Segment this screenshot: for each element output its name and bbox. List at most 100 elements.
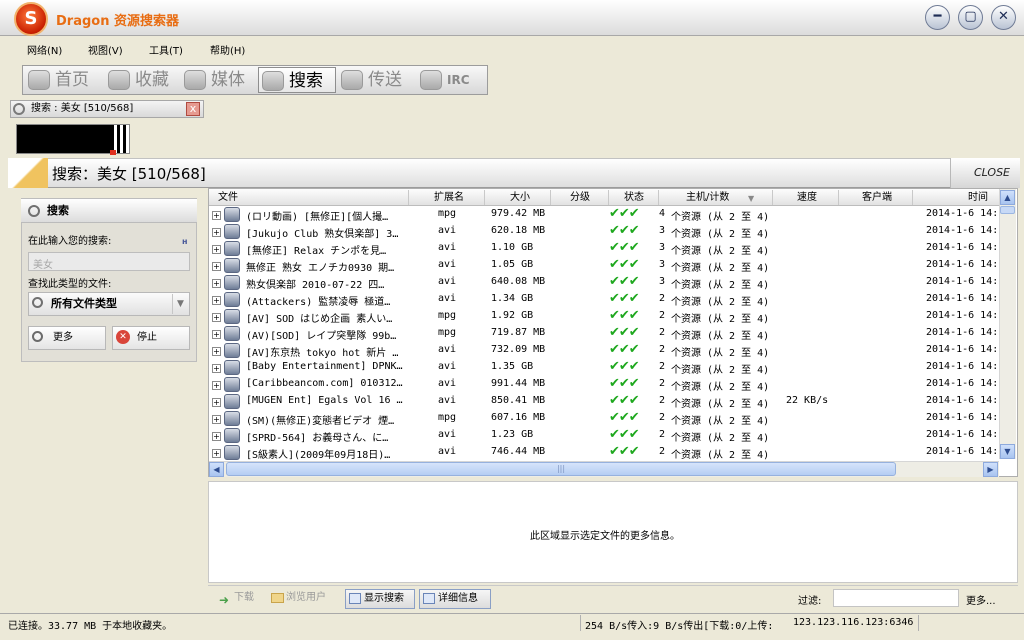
horizontal-scroll-thumb[interactable]: ||| [226,462,896,476]
expand-toggle-icon[interactable]: + [212,296,221,305]
column-separator[interactable] [912,190,913,205]
cell-host: 个资源 (从 2 至 4) [671,314,770,325]
table-row[interactable]: + (SM)(無修正)変態者ビデオ 煙… mpg 607.16 MB ✔✔✔ 2 个资源 (… [209,410,999,428]
graph-marker-icon [110,150,116,155]
column-speed[interactable]: 速度 [797,191,817,205]
file-type-select[interactable]: 所有文件类型 [28,292,190,316]
minimize-button[interactable]: ━ [925,5,950,30]
close-search-button[interactable]: CLOSE [950,158,1020,188]
details-button[interactable]: 详细信息 [419,589,491,609]
cell-file: (AV)[SOD] レイプ突撃隊 99b… [246,331,397,342]
scroll-up-button[interactable]: ▲ [1000,190,1015,205]
column-separator[interactable] [608,190,609,205]
scroll-left-button[interactable]: ◀ [209,462,224,477]
expand-toggle-icon[interactable]: + [212,432,221,441]
search-keyword-input[interactable]: 美女 [28,252,190,271]
cell-ext: avi [438,293,457,304]
expand-toggle-icon[interactable]: + [212,330,221,339]
toolbar-media-button[interactable]: 媒体 [181,67,257,93]
table-row[interactable]: + [Jukujo Club 熟女倶楽部] 3… avi 620.18 MB ✔✔✔ 3 个… [209,223,999,241]
cell-time: 2014-1-6 14: [926,412,999,423]
cell-file: (ロリ動画) [無修正][個人撮… [246,212,389,223]
menu-tools[interactable]: 工具(T) [149,42,183,57]
close-window-button[interactable]: ✕ [991,5,1016,30]
toolbar-search-label: 搜索 [289,71,323,91]
column-host-count[interactable]: 主机/计数 [686,191,729,205]
column-ext[interactable]: 扩展名 [434,191,464,205]
cell-size: 979.42 MB [491,208,546,219]
table-row[interactable]: + [AV] SOD はじめ企画 素人い… mpg 1.92 GB ✔✔✔ 2 个资源 (从… [209,308,999,326]
column-size[interactable]: 大小 [510,191,530,205]
table-row[interactable]: + [AV]东京热 tokyo hot 新片 … avi 732.09 MB ✔✔✔ 2 个… [209,342,999,360]
table-row[interactable]: + [Baby Entertainment] DPNK… avi 1.35 GB ✔✔✔… [209,359,999,377]
cell-size: 1.10 GB [491,242,534,253]
toolbar-search-button[interactable]: 搜索 [258,67,336,93]
column-separator[interactable] [772,190,773,205]
file-info-text: 此区域显示选定文件的更多信息。 [530,531,680,542]
toolbar-transfer-button[interactable]: 传送 [338,67,416,93]
download-button[interactable]: ➜ 下载 [216,589,264,609]
table-row[interactable]: + [無修正] Relax チンポを見… avi 1.10 GB ✔✔✔ 3 个资源 (从 … [209,240,999,258]
maximize-button[interactable]: ▢ [958,5,983,30]
column-separator[interactable] [658,190,659,205]
expand-toggle-icon[interactable]: + [212,381,221,390]
chat-people-icon [420,70,442,90]
table-row[interactable]: + [SPRD-564] お義母さん、に… avi 1.23 GB ✔✔✔ 2 个资源 (从… [209,427,999,445]
column-separator[interactable] [484,190,485,205]
filter-input[interactable] [833,589,959,607]
show-search-button[interactable]: 显示搜索 [345,589,415,609]
menu-network[interactable]: 网络(N) [27,42,62,57]
table-row[interactable]: + 無修正 熟女 エノチカ0930 期… avi 1.05 GB ✔✔✔ 3 个资源 (从 … [209,257,999,275]
chevron-down-icon[interactable]: ▼ [172,294,188,314]
expand-toggle-icon[interactable]: + [212,415,221,424]
expand-toggle-icon[interactable]: + [212,262,221,271]
cell-time: 2014-1-6 14: [926,429,999,440]
toolbar-media-label: 媒体 [211,70,245,90]
table-row[interactable]: + (Attackers) 監禁凌辱 極道… avi 1.34 GB ✔✔✔ 2 个资源 (… [209,291,999,309]
table-row[interactable]: + 熟女倶楽部 2010-07-22 四… avi 640.08 MB ✔✔✔ 3 个资源 … [209,274,999,292]
history-icon[interactable]: н [182,237,188,246]
table-row[interactable]: + [MUGEN Ent] Egals Vol 16 … avi 850.41 MB ✔… [209,393,999,411]
expand-toggle-icon[interactable]: + [212,228,221,237]
more-link[interactable]: 更多... [966,592,996,607]
toolbar-home-button[interactable]: 首页 [25,67,105,93]
menu-view[interactable]: 视图(V) [88,42,123,57]
scroll-right-button[interactable]: ▶ [983,462,998,477]
column-separator[interactable] [550,190,551,205]
column-status[interactable]: 状态 [624,191,644,205]
expand-toggle-icon[interactable]: + [212,364,221,373]
vertical-scroll-thumb[interactable] [1000,206,1015,214]
toolbar-favorites-button[interactable]: 收藏 [105,67,181,93]
expand-toggle-icon[interactable]: + [212,279,221,288]
table-row[interactable]: + (ロリ動画) [無修正][個人撮… mpg 979.42 MB ✔✔✔ 4 个资源 (从… [209,207,999,224]
cell-file: [AV]东京热 tokyo hot 新片 … [246,348,399,359]
expand-toggle-icon[interactable]: + [212,245,221,254]
cell-size: 1.35 GB [491,361,534,372]
cell-file: [S級素人](2009年09月18日)… [246,450,391,461]
table-row[interactable]: + (AV)[SOD] レイプ突撃隊 99b… mpg 719.87 MB ✔✔✔ 2 个资… [209,325,999,343]
expand-toggle-icon[interactable]: + [212,449,221,458]
expand-toggle-icon[interactable]: + [212,313,221,322]
toolbar-irc-button[interactable]: IRC [417,67,487,93]
column-client[interactable]: 客户端 [862,191,892,205]
expand-toggle-icon[interactable]: + [212,347,221,356]
table-row[interactable]: + [S級素人](2009年09月18日)… avi 746.44 MB ✔✔✔ 2 个资源… [209,444,999,461]
search-tab[interactable]: 搜索 : 美女 [510/568] [10,100,204,118]
vertical-scrollbar[interactable] [999,189,1016,459]
column-rating[interactable]: 分级 [570,191,590,205]
search-tab-magnifier-icon [13,103,25,115]
column-file[interactable]: 文件 [218,191,238,205]
expand-toggle-icon[interactable]: + [212,398,221,407]
scroll-down-button[interactable]: ▼ [1000,444,1015,459]
column-time[interactable]: 时间 [968,191,988,205]
file-type-icon [224,428,240,443]
browse-user-button[interactable]: 浏览用户 [268,589,338,609]
column-separator[interactable] [408,190,409,205]
column-separator[interactable] [838,190,839,205]
cell-host: 个资源 (从 2 至 4) [671,297,770,308]
menu-help[interactable]: 帮助(H) [210,42,245,57]
expand-toggle-icon[interactable]: + [212,211,221,220]
table-row[interactable]: + [Caribbeancom.com] 010312… avi 991.44 MB ✔… [209,376,999,394]
search-tab-close-button[interactable]: x [186,102,200,116]
file-type-magnifier-icon [32,297,43,308]
